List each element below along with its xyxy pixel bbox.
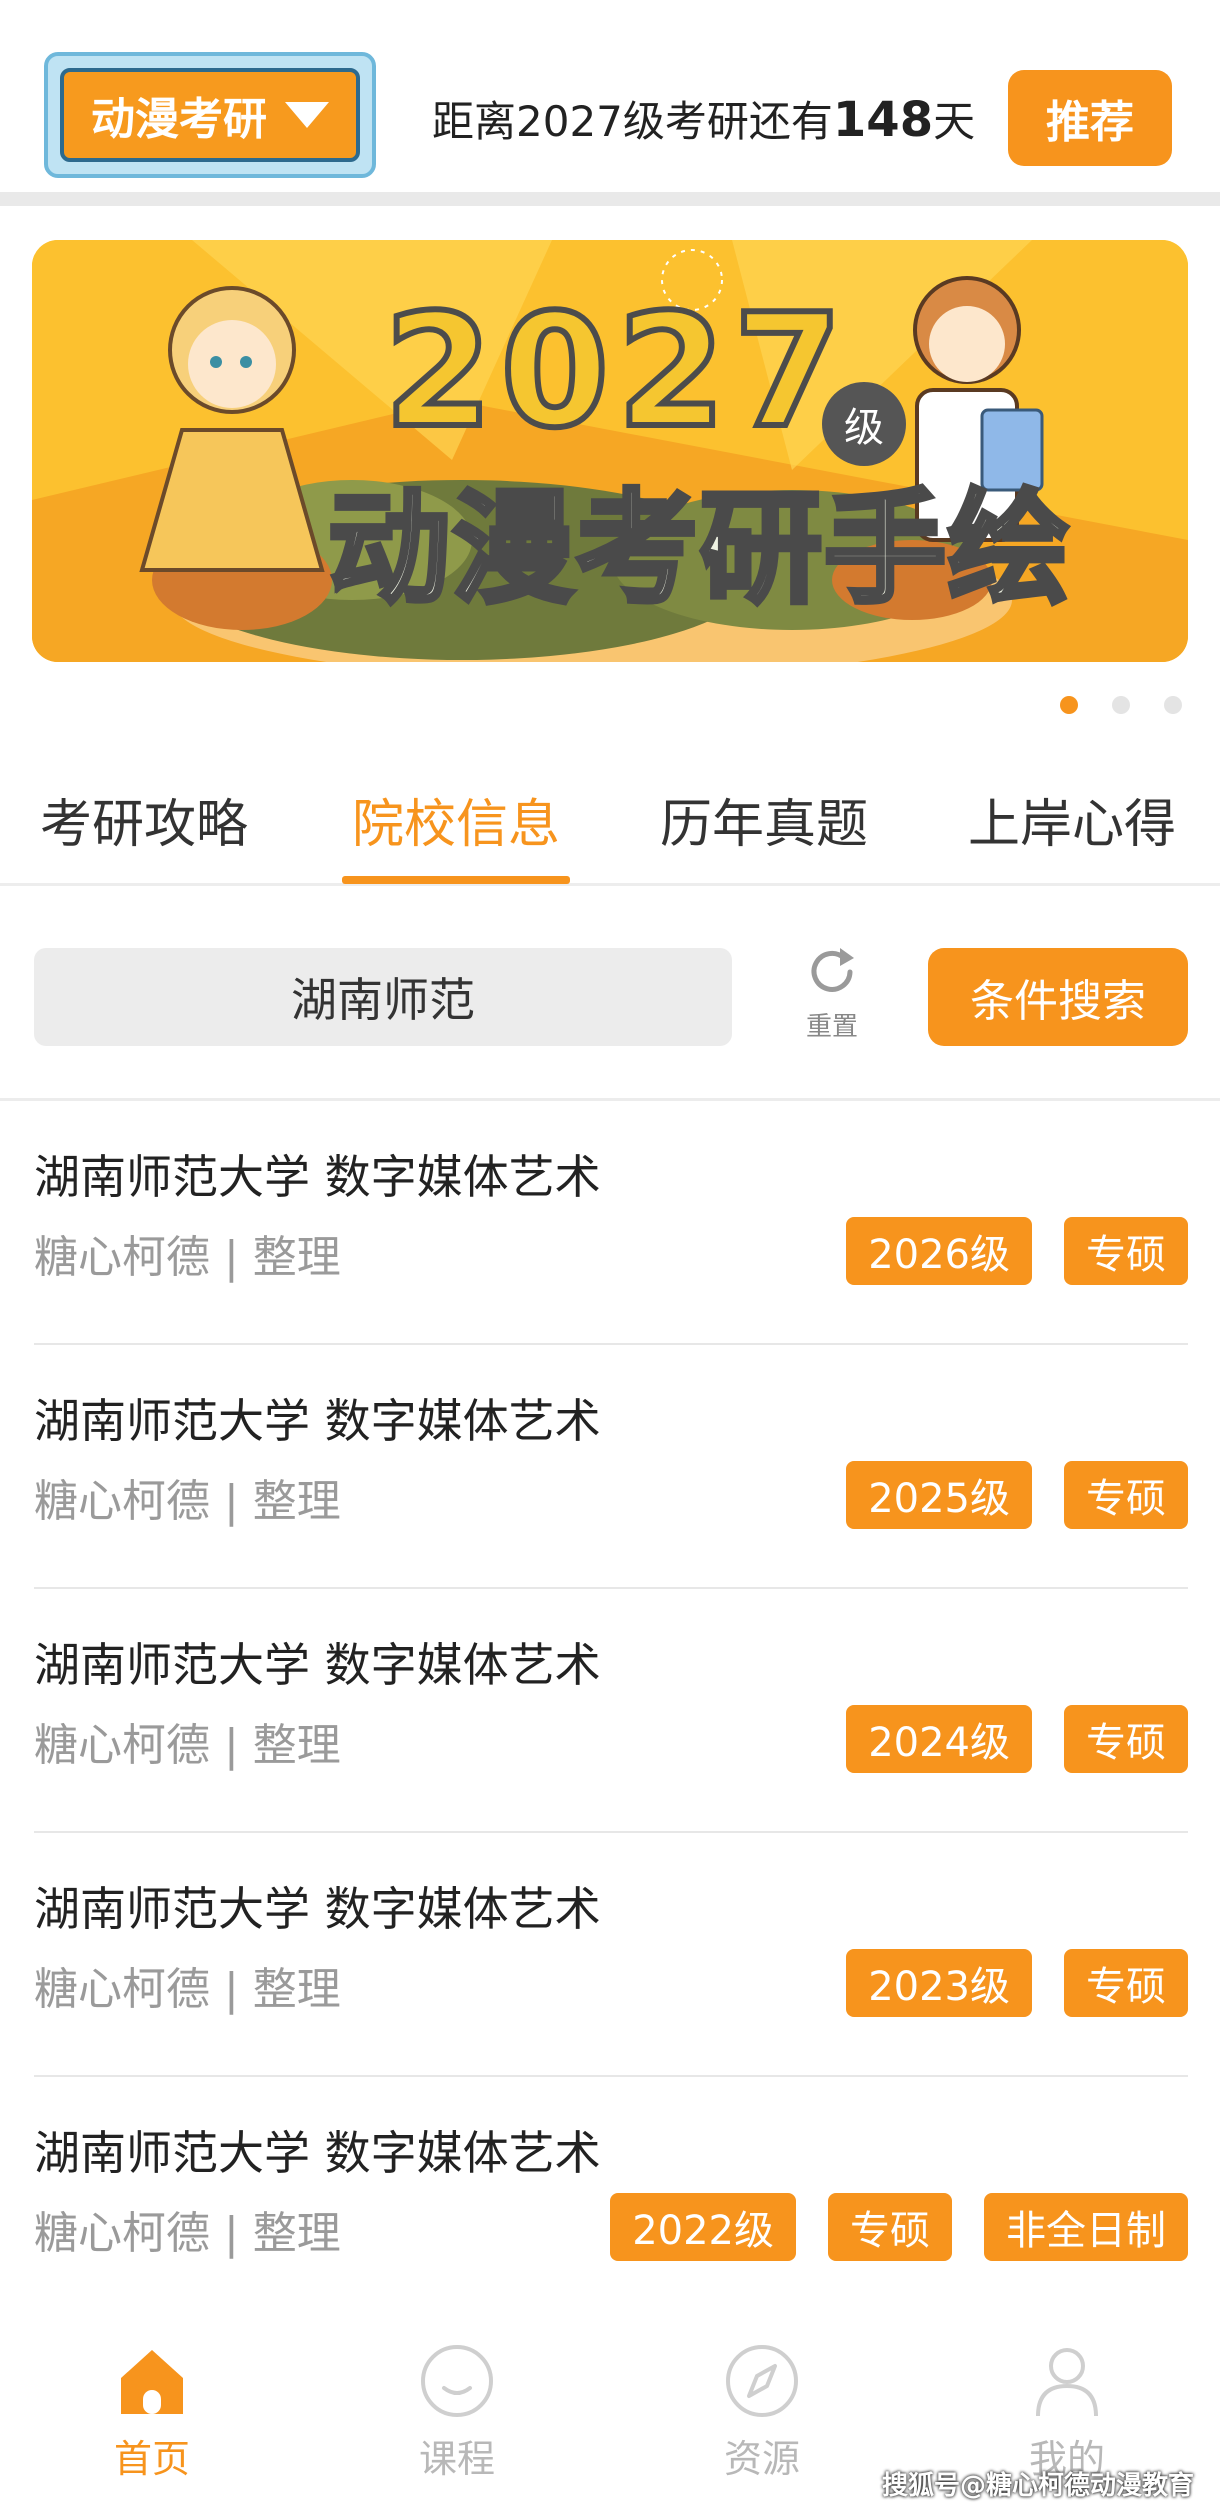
nav-label: 课程 (418, 2437, 495, 2481)
item-tags: 2024级 专硕 (846, 1705, 1188, 1773)
search-input[interactable]: 湖南师范 (34, 948, 732, 1046)
reset-button[interactable]: 重置 (786, 940, 878, 1060)
item-tags: 2023级 专硕 (846, 1949, 1188, 2017)
degree-tag: 专硕 (1064, 1217, 1188, 1285)
nav-label: 首页 (113, 2437, 190, 2481)
reset-label: 重置 (805, 1012, 858, 1042)
year-tag: 2025级 (846, 1461, 1032, 1529)
compass-icon (726, 2345, 798, 2417)
list-item[interactable]: 湖南师范大学 数字媒体艺术 糖心柯德 | 整理 2024级 专硕 (34, 1589, 1188, 1833)
degree-tag: 专硕 (1064, 1949, 1188, 2017)
list-item[interactable]: 湖南师范大学 数字媒体艺术 糖心柯德 | 整理 2023级 专硕 (34, 1833, 1188, 2077)
home-icon (121, 2350, 183, 2414)
banner-year: 2027 (381, 277, 851, 465)
tab-school-info[interactable]: 院校信息 (352, 782, 560, 857)
tab-strategy[interactable]: 考研攻略 (40, 782, 248, 857)
study-mode-tag: 非全日制 (984, 2193, 1188, 2261)
bottom-nav: 首页 课程 资源 我的 搜狐号@糖心柯德动漫教育 (0, 2318, 1220, 2508)
promo-banner[interactable]: 2027 级 动漫考研手绘 (32, 240, 1188, 662)
year-tag: 2022级 (610, 2193, 796, 2261)
item-meta: 糖心柯德 | 整理 (34, 1964, 341, 2015)
tab-past-papers[interactable]: 历年真题 (660, 782, 868, 857)
nav-label: 资源 (723, 2437, 800, 2481)
year-tag: 2024级 (846, 1705, 1032, 1773)
nav-home[interactable]: 首页 (62, 2342, 242, 2483)
carousel-dot[interactable] (1060, 696, 1078, 714)
exam-countdown: 距离2027级考研还有148天 (432, 88, 975, 149)
countdown-prefix: 距离2027级考研还有 (432, 97, 833, 146)
watermark: 搜狐号@糖心柯德动漫教育 (881, 2471, 1194, 2501)
header-divider (0, 192, 1220, 206)
list-item[interactable]: 湖南师范大学 数字媒体艺术 糖心柯德 | 整理 2025级 专硕 (34, 1345, 1188, 1589)
item-title: 湖南师范大学 数字媒体艺术 (34, 1394, 601, 1448)
major-picker-label: 动漫考研 (91, 94, 267, 145)
refresh-icon (811, 948, 854, 992)
smile-icon (421, 2345, 493, 2417)
degree-tag: 专硕 (1064, 1705, 1188, 1773)
recommend-button[interactable]: 推荐 (1008, 70, 1172, 166)
nav-profile[interactable]: 我的 (977, 2342, 1157, 2483)
item-meta: 糖心柯德 | 整理 (34, 2208, 341, 2259)
category-tabs: 考研攻略 院校信息 历年真题 上岸心得 (0, 770, 1220, 886)
caret-down-icon (285, 102, 329, 128)
tab-experience[interactable]: 上岸心得 (968, 782, 1176, 857)
item-tags: 2025级 专硕 (846, 1461, 1188, 1529)
item-meta: 糖心柯德 | 整理 (34, 1476, 341, 1527)
nav-resources[interactable]: 资源 (672, 2342, 852, 2483)
major-picker-button[interactable]: 动漫考研 (60, 68, 360, 162)
item-tags: 2026级 专硕 (846, 1217, 1188, 1285)
item-title: 湖南师范大学 数字媒体艺术 (34, 1882, 601, 1936)
list-item[interactable]: 湖南师范大学 数字媒体艺术 糖心柯德 | 整理 2026级 专硕 (34, 1101, 1188, 1345)
item-title: 湖南师范大学 数字媒体艺术 (34, 1150, 601, 1204)
item-meta: 糖心柯德 | 整理 (34, 1232, 341, 1283)
major-picker[interactable]: 动漫考研 (44, 52, 376, 178)
year-tag: 2026级 (846, 1217, 1032, 1285)
carousel-dot[interactable] (1164, 696, 1182, 714)
active-tab-indicator (342, 876, 570, 884)
degree-tag: 专硕 (1064, 1461, 1188, 1529)
degree-tag: 专硕 (828, 2193, 952, 2261)
list-item[interactable]: 湖南师范大学 数字媒体艺术 糖心柯德 | 整理 2022级 专硕 非全日制 (34, 2077, 1188, 2321)
item-tags: 2022级 专硕 非全日制 (610, 2193, 1188, 2261)
app-header: 动漫考研 距离2027级考研还有148天 推荐 (0, 0, 1220, 192)
banner-title: 动漫考研手绘 (326, 476, 1073, 623)
year-tag: 2023级 (846, 1949, 1032, 2017)
carousel-indicator (1060, 696, 1182, 714)
filter-search-button[interactable]: 条件搜索 (928, 948, 1188, 1046)
countdown-days: 148 (832, 92, 934, 148)
carousel-dot[interactable] (1112, 696, 1130, 714)
item-title: 湖南师范大学 数字媒体艺术 (34, 2126, 601, 2180)
item-meta: 糖心柯德 | 整理 (34, 1720, 341, 1771)
user-icon (1036, 2348, 1098, 2417)
countdown-suffix: 天 (933, 97, 976, 146)
item-title: 湖南师范大学 数字媒体艺术 (34, 1638, 601, 1692)
nav-courses[interactable]: 课程 (367, 2342, 547, 2483)
